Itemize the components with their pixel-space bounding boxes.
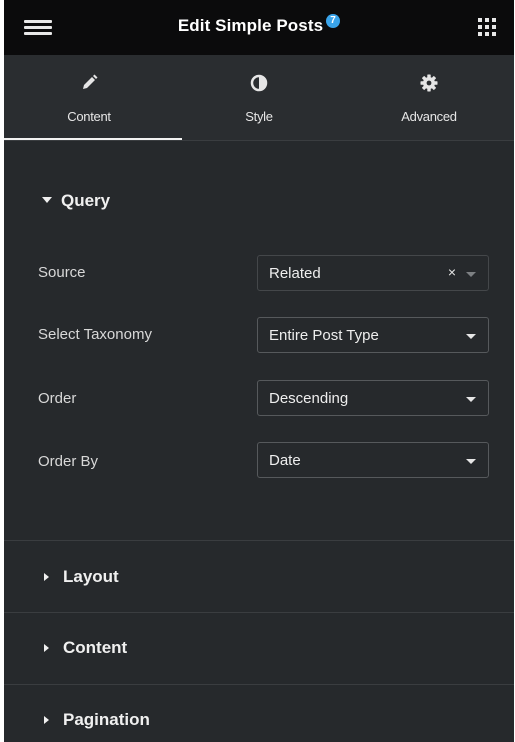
chevron-down-icon	[466, 397, 476, 402]
order-select[interactable]: Descending	[257, 380, 489, 416]
chevron-down-icon	[466, 459, 476, 464]
editor-panel: Edit Simple Posts 7 Content Style Advanc…	[4, 0, 514, 742]
section-layout-title: Layout	[63, 567, 119, 586]
source-value: Related	[269, 265, 321, 282]
caret-right-icon	[44, 715, 49, 724]
caret-right-icon	[44, 643, 49, 652]
order-label: Order	[38, 390, 77, 407]
tab-content[interactable]: Content	[4, 55, 182, 141]
notification-badge: 7	[326, 14, 341, 28]
panel-title: Edit Simple Posts 7	[4, 14, 514, 36]
tab-advanced-label: Advanced	[401, 109, 457, 124]
select-taxonomy-label: Select Taxonomy	[38, 326, 152, 343]
select-taxonomy-value: Entire Post Type	[269, 327, 379, 344]
source-select[interactable]: Related ×	[257, 255, 489, 291]
order-value: Descending	[269, 390, 349, 407]
caret-down-icon	[42, 196, 52, 203]
section-content-header[interactable]: Content	[4, 638, 514, 658]
chevron-down-icon	[466, 334, 476, 339]
section-layout-header[interactable]: Layout	[4, 567, 514, 587]
source-label: Source	[38, 264, 86, 281]
section-query-title: Query	[61, 191, 111, 210]
panel-tabs: Content Style Advanced	[4, 55, 514, 141]
tab-advanced[interactable]: Advanced	[344, 55, 514, 141]
order-by-value: Date	[269, 452, 301, 469]
section-pagination-title: Pagination	[63, 710, 150, 729]
section-query-header[interactable]: Query	[4, 191, 514, 211]
grid-icon[interactable]	[478, 18, 496, 36]
section-divider	[4, 540, 514, 541]
clear-icon[interactable]: ×	[448, 264, 456, 280]
top-bar: Edit Simple Posts 7	[4, 0, 514, 55]
tab-content-label: Content	[67, 109, 111, 124]
order-by-label: Order By	[38, 453, 99, 470]
tab-style-label: Style	[245, 109, 273, 124]
chevron-down-icon	[466, 272, 476, 277]
panel-title-text: Edit Simple Posts	[177, 16, 324, 35]
section-divider	[4, 612, 514, 613]
section-pagination-header[interactable]: Pagination	[4, 710, 514, 730]
order-by-select[interactable]: Date	[257, 442, 489, 478]
caret-right-icon	[44, 572, 49, 581]
gear-icon	[344, 73, 514, 93]
pencil-icon	[4, 73, 174, 93]
section-content-title: Content	[63, 638, 128, 657]
section-divider	[4, 684, 514, 685]
select-taxonomy-select[interactable]: Entire Post Type	[257, 317, 489, 353]
tab-style[interactable]: Style	[174, 55, 344, 141]
tabs-divider	[4, 140, 514, 141]
half-circle-icon	[174, 73, 344, 93]
